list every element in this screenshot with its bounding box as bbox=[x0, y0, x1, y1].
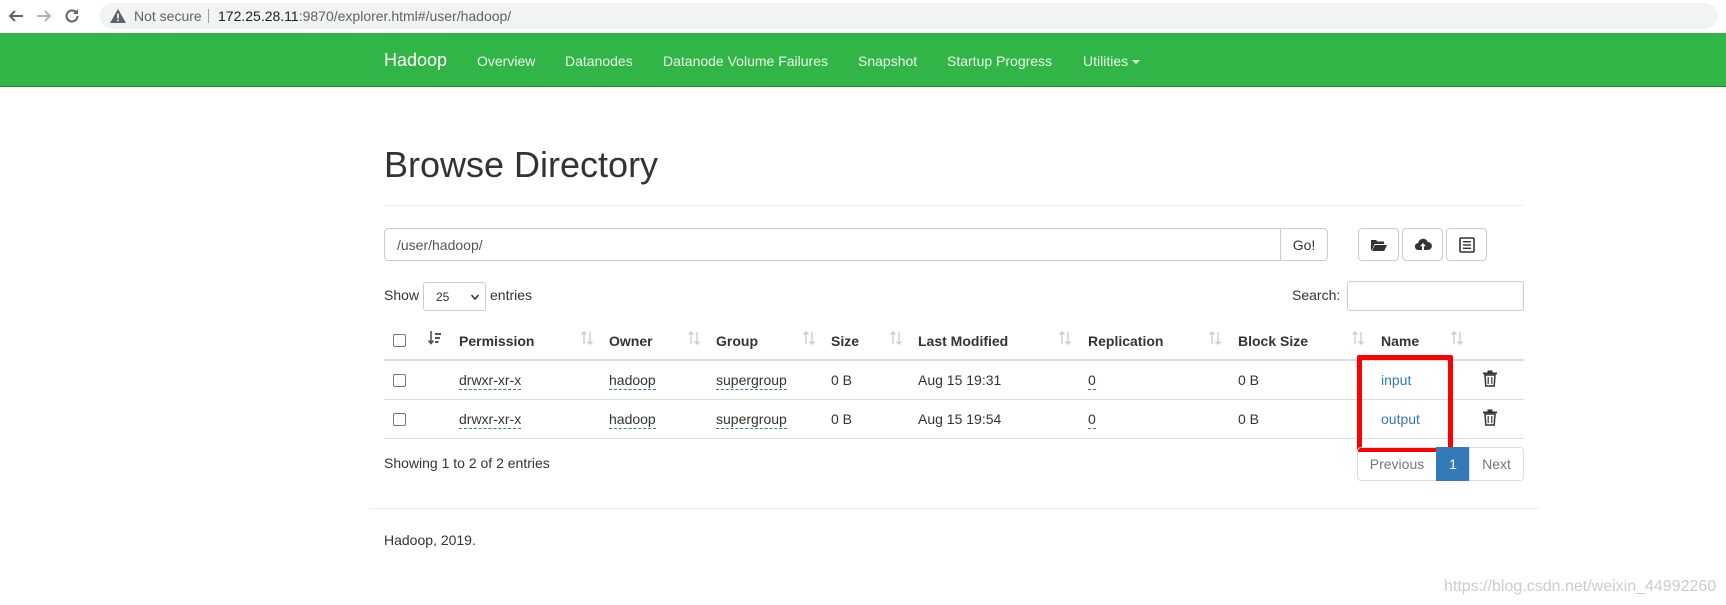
page-length-value: 25 bbox=[436, 289, 450, 304]
nav-snapshot[interactable]: Snapshot bbox=[858, 53, 917, 69]
row-last-modified: Aug 15 19:31 bbox=[918, 372, 1002, 388]
sort-icon[interactable] bbox=[687, 330, 701, 346]
sort-icon[interactable] bbox=[1450, 330, 1464, 346]
nav-overview[interactable]: Overview bbox=[477, 53, 535, 69]
row-block-size: 0 B bbox=[1238, 372, 1260, 388]
row-size: 0 B bbox=[831, 411, 853, 427]
col-group[interactable]: Group bbox=[716, 333, 758, 349]
table-info: Showing 1 to 2 of 2 entries bbox=[384, 455, 550, 471]
col-size[interactable]: Size bbox=[831, 333, 859, 349]
footer-divider bbox=[369, 508, 1539, 509]
previous-page-button[interactable]: Previous bbox=[1357, 447, 1437, 481]
sort-icon[interactable] bbox=[1351, 330, 1365, 346]
reload-button[interactable] bbox=[62, 6, 82, 26]
row-block-size: 0 B bbox=[1238, 411, 1260, 427]
row-replication[interactable]: 0 bbox=[1088, 372, 1096, 390]
trash-icon[interactable] bbox=[1482, 370, 1498, 387]
forward-button[interactable] bbox=[34, 6, 54, 26]
reload-icon bbox=[65, 9, 79, 23]
table-row: drwxr-xr-x hadoop supergroup 0 B Aug 15 … bbox=[384, 400, 1524, 439]
list-alt-icon bbox=[1458, 236, 1475, 253]
address-bar[interactable]: Not secure 172.25.28.11:9870/explorer.ht… bbox=[100, 3, 1718, 29]
show-label: Show bbox=[384, 287, 420, 303]
row-last-modified: Aug 15 19:54 bbox=[918, 411, 1002, 427]
entries-label: entries bbox=[490, 287, 533, 303]
col-block-size[interactable]: Block Size bbox=[1238, 333, 1308, 349]
select-all-checkbox[interactable] bbox=[393, 334, 406, 347]
col-last-modified[interactable]: Last Modified bbox=[918, 333, 1008, 349]
chevron-down-icon bbox=[471, 294, 479, 301]
page-1-button[interactable]: 1 bbox=[1436, 447, 1470, 481]
watermark: https://blog.csdn.net/weixin_44992260 bbox=[1444, 578, 1717, 595]
trash-icon[interactable] bbox=[1482, 409, 1498, 426]
nav-datanode-volume-failures[interactable]: Datanode Volume Failures bbox=[663, 53, 828, 69]
col-name[interactable]: Name bbox=[1381, 333, 1419, 349]
row-permission[interactable]: drwxr-xr-x bbox=[459, 372, 522, 390]
url-host: 172.25.28.11 bbox=[218, 8, 299, 24]
table-header: Permission Owner Group Size Last Modifie… bbox=[384, 321, 1524, 361]
nav-datanodes[interactable]: Datanodes bbox=[565, 53, 633, 69]
sort-asc-icon[interactable] bbox=[428, 330, 442, 346]
back-arrow-icon bbox=[8, 10, 23, 22]
row-size: 0 B bbox=[831, 372, 853, 388]
title-divider bbox=[384, 205, 1524, 206]
upload-files-button[interactable] bbox=[1402, 228, 1443, 261]
row-checkbox[interactable] bbox=[393, 413, 406, 426]
col-owner[interactable]: Owner bbox=[609, 333, 653, 349]
sort-icon[interactable] bbox=[580, 330, 594, 346]
row-group[interactable]: supergroup bbox=[716, 372, 787, 390]
create-directory-button[interactable] bbox=[1358, 228, 1399, 261]
url-text: 172.25.28.11:9870/explorer.html#/user/ha… bbox=[218, 8, 511, 24]
directory-path-input[interactable] bbox=[384, 228, 1281, 261]
next-page-button[interactable]: Next bbox=[1469, 447, 1524, 481]
cut-paste-button[interactable] bbox=[1446, 228, 1487, 261]
url-separator bbox=[208, 9, 209, 23]
browser-toolbar: Not secure 172.25.28.11:9870/explorer.ht… bbox=[0, 0, 1726, 33]
sort-icon[interactable] bbox=[1208, 330, 1222, 346]
security-status: Not secure bbox=[134, 8, 202, 24]
top-navbar: Hadoop Overview Datanodes Datanode Volum… bbox=[0, 33, 1726, 87]
search-label: Search: bbox=[1292, 287, 1341, 303]
sort-icon[interactable] bbox=[802, 330, 816, 346]
caret-down-icon bbox=[1132, 60, 1141, 65]
page-length-select[interactable]: 25 bbox=[423, 282, 486, 311]
footer-text: Hadoop, 2019. bbox=[384, 532, 476, 548]
forward-arrow-icon bbox=[37, 10, 52, 22]
sort-icon[interactable] bbox=[889, 330, 903, 346]
url-path: :9870/explorer.html#/user/hadoop/ bbox=[298, 8, 512, 24]
row-owner[interactable]: hadoop bbox=[609, 372, 656, 390]
row-owner[interactable]: hadoop bbox=[609, 411, 656, 429]
nav-startup-progress[interactable]: Startup Progress bbox=[947, 53, 1052, 69]
warning-icon bbox=[110, 9, 126, 23]
col-permission[interactable]: Permission bbox=[459, 333, 534, 349]
nav-utilities-dropdown[interactable]: Utilities bbox=[1083, 53, 1141, 69]
col-replication[interactable]: Replication bbox=[1088, 333, 1163, 349]
highlight-box bbox=[1357, 355, 1453, 452]
page-title: Browse Directory bbox=[384, 144, 659, 185]
go-button[interactable]: Go! bbox=[1280, 228, 1328, 261]
search-input[interactable] bbox=[1347, 281, 1524, 311]
row-replication[interactable]: 0 bbox=[1088, 411, 1096, 429]
back-button[interactable] bbox=[6, 6, 26, 26]
navbar-brand[interactable]: Hadoop bbox=[384, 50, 447, 71]
row-permission[interactable]: drwxr-xr-x bbox=[459, 411, 522, 429]
sort-icon[interactable] bbox=[1058, 330, 1072, 346]
row-group[interactable]: supergroup bbox=[716, 411, 787, 429]
row-checkbox[interactable] bbox=[393, 374, 406, 387]
folder-open-icon bbox=[1370, 239, 1387, 251]
table-row: drwxr-xr-x hadoop supergroup 0 B Aug 15 … bbox=[384, 361, 1524, 400]
cloud-upload-icon bbox=[1414, 238, 1432, 251]
nav-utilities-label: Utilities bbox=[1083, 53, 1129, 69]
